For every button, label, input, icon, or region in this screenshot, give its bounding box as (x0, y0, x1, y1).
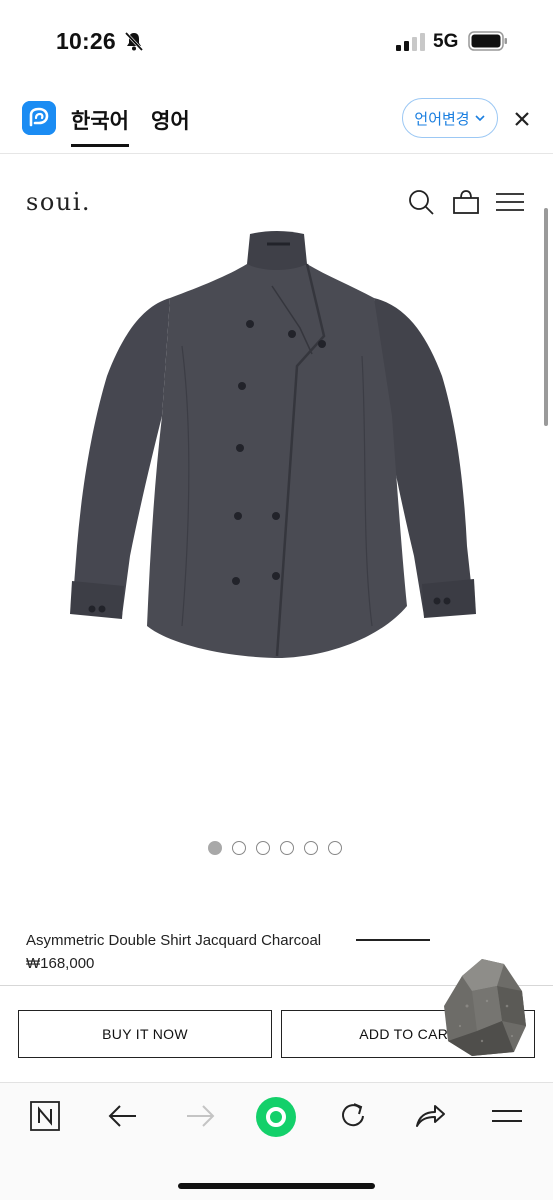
floating-rock-image[interactable] (442, 956, 528, 1058)
change-language-label: 언어변경 (414, 110, 470, 128)
buy-now-button[interactable]: BUY IT NOW (18, 1010, 272, 1058)
clock: 10:26 (56, 28, 116, 54)
home-indicator (178, 1183, 375, 1189)
papago-logo-icon (22, 101, 56, 135)
pagination-dot[interactable] (232, 841, 246, 855)
green-home-icon[interactable] (255, 1096, 297, 1138)
back-arrow-icon[interactable] (106, 1099, 140, 1133)
change-language-button[interactable]: 언어변경 (402, 98, 498, 138)
product-price: ₩168,000 (26, 955, 95, 972)
forward-arrow-icon[interactable] (183, 1099, 217, 1133)
reload-icon[interactable] (336, 1099, 370, 1133)
translate-bar: 한국어 영어 언어변경 (0, 82, 553, 154)
status-bar: 10:26 5G (0, 0, 553, 82)
product-name: Asymmetric Double Shirt Jacquard Charcoa… (26, 932, 322, 949)
pagination-dot[interactable] (328, 841, 342, 855)
title-underline (356, 939, 430, 941)
network-type: 5G (433, 31, 459, 52)
menu-icon[interactable] (490, 1099, 524, 1133)
tab-source-language[interactable]: 한국어 (71, 105, 129, 147)
close-icon[interactable] (512, 109, 532, 129)
product-image[interactable] (62, 226, 492, 666)
pagination-dot[interactable] (256, 841, 270, 855)
share-icon[interactable] (413, 1099, 447, 1133)
pagination-dot[interactable] (280, 841, 294, 855)
image-pagination (208, 841, 342, 855)
bell-muted-icon (124, 31, 144, 52)
browser-toolbar (0, 1082, 553, 1200)
shopping-bag-icon[interactable] (452, 188, 482, 216)
hamburger-menu-icon[interactable] (495, 188, 525, 216)
battery-icon (468, 31, 507, 51)
brand-logo[interactable]: soui. (26, 188, 91, 216)
search-icon[interactable] (407, 188, 437, 216)
naver-icon[interactable] (28, 1099, 62, 1133)
signal-icon (396, 33, 425, 51)
pagination-dot[interactable] (304, 841, 318, 855)
chevron-down-icon (475, 115, 485, 122)
scrollbar[interactable] (544, 208, 548, 426)
pagination-dot[interactable] (208, 841, 222, 855)
tab-target-language[interactable]: 영어 (151, 105, 190, 135)
